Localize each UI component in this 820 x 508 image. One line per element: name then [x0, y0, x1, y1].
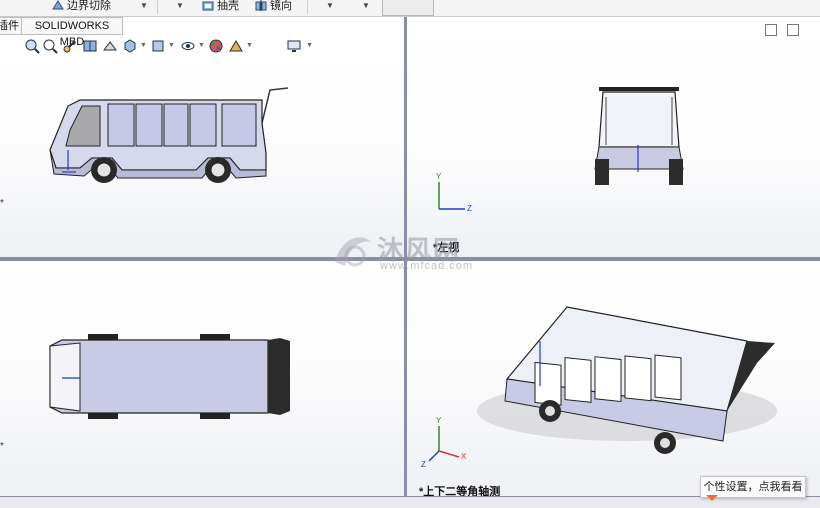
shell-icon	[202, 1, 214, 11]
tooltip-pointer	[706, 495, 718, 501]
view-settings-icon[interactable]	[286, 38, 302, 54]
tab-addins[interactable]: 插件	[0, 17, 22, 35]
display-style-icon[interactable]	[150, 38, 166, 54]
view-label-isometric: *上下二等角轴测	[419, 486, 501, 496]
viewport-left[interactable]: Y Z *左视	[407, 17, 820, 257]
svg-text:X: X	[461, 452, 467, 461]
view-settings-caret[interactable]: ▼	[306, 42, 313, 49]
ribbon-dropdown-caret[interactable]: ▼	[326, 1, 334, 10]
watermark-url: www.mfcad.com	[380, 260, 474, 272]
bus-top-view	[49, 334, 290, 419]
command-manager-tabs: 插件 SOLIDWORKS MBD	[0, 17, 128, 48]
svg-text:Z: Z	[421, 460, 426, 469]
previous-view-icon[interactable]	[62, 38, 78, 54]
watermark-logo-icon	[335, 237, 371, 267]
edge-marker: *	[0, 198, 4, 209]
apply-scene-caret[interactable]: ▼	[246, 42, 253, 49]
svg-text:Z: Z	[467, 204, 472, 213]
edge-marker: *	[0, 441, 4, 452]
hide-show-caret[interactable]: ▼	[198, 42, 205, 49]
viewport-isometric[interactable]: Y X Z *上下二等角轴测	[407, 261, 820, 496]
viewport-top[interactable]: *	[0, 261, 404, 496]
apply-scene-icon[interactable]	[228, 38, 244, 54]
tab-solidworks-mbd[interactable]: SOLIDWORKS MBD	[21, 17, 123, 48]
svg-text:Y: Y	[436, 416, 442, 425]
viewport-front[interactable]: *	[0, 58, 404, 257]
status-strip	[0, 496, 820, 508]
display-style-caret[interactable]: ▼	[168, 42, 175, 49]
boundary-cut-icon	[52, 0, 64, 10]
zoom-to-area-icon[interactable]	[42, 38, 58, 54]
section-view-icon[interactable]	[82, 38, 98, 54]
view-orientation-caret[interactable]: ▼	[140, 42, 147, 49]
pane-maximize-icon[interactable]	[787, 24, 799, 36]
boundary-cut-button[interactable]: 边界切除	[52, 0, 111, 14]
watermark: 沐风网 www.mfcad.com	[325, 230, 495, 274]
hide-show-items-icon[interactable]	[180, 38, 196, 54]
bus-isometric-view: Y X Z	[421, 306, 777, 469]
view-orientation-icon[interactable]	[122, 38, 138, 54]
bus-side-view	[49, 87, 289, 183]
mirror-icon	[255, 0, 267, 11]
zoom-to-fit-icon[interactable]	[24, 38, 40, 54]
ribbon-dropdown-caret[interactable]: ▼	[140, 1, 148, 10]
command-ribbon: ▼ ▼ 边界切除 抽壳 镜向 ▼ ▼	[0, 0, 820, 17]
bus-left-view: Y Z	[436, 87, 684, 213]
svg-text:Y: Y	[436, 172, 442, 181]
dynamic-annotation-icon[interactable]	[102, 38, 118, 54]
edit-appearance-icon[interactable]	[208, 38, 224, 54]
ribbon-selected-button[interactable]	[382, 0, 434, 16]
ribbon-dropdown-caret[interactable]: ▼	[176, 1, 184, 10]
shell-button[interactable]: 抽壳	[202, 0, 239, 14]
pane-restore-icon[interactable]	[765, 24, 777, 36]
ribbon-dropdown-caret[interactable]: ▼	[362, 1, 370, 10]
mirror-button[interactable]: 镜向	[255, 0, 292, 14]
